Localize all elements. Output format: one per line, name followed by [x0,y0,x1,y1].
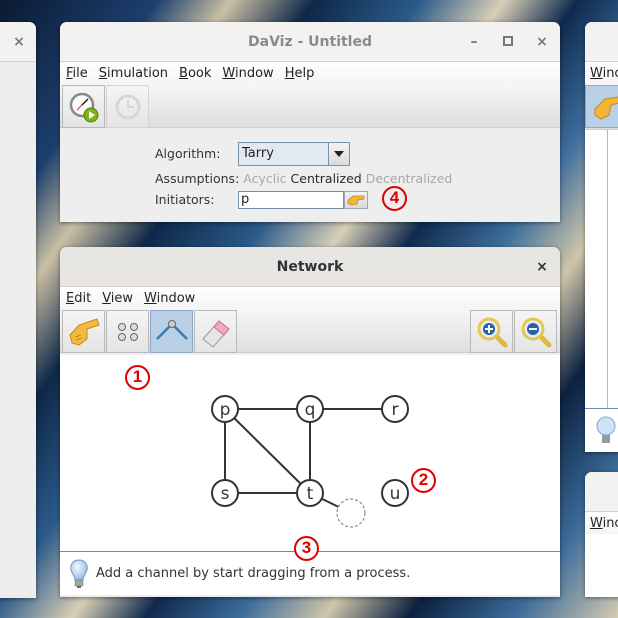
pointing-hand-icon [594,96,618,120]
right-window-menu-window[interactable]: Winc [590,66,618,81]
clock-play-icon [69,92,98,122]
channel-p-t[interactable] [224,408,311,494]
algorithm-select[interactable]: Tarry [238,142,350,166]
initiators-input[interactable]: p [238,191,344,209]
right-window-status [585,408,618,452]
right-partial-window: Winc [585,22,618,452]
zoom-out-button[interactable] [514,310,557,353]
minimize-button[interactable]: – [462,22,486,62]
right-partial-window-lower: Winc [585,472,618,597]
initiators-label: Initiators: [155,192,215,207]
right-lower-titlebar [585,472,618,512]
dropdown-arrow-icon[interactable] [329,143,349,165]
right-window-timeline [607,130,608,408]
close-button[interactable]: × [530,22,554,62]
menu-window[interactable]: Window [222,66,273,81]
menu-help[interactable]: Help [285,66,315,81]
assumptions-row: Assumptions: Acyclic Centralized Decentr… [155,171,452,186]
pointing-hand-icon [347,195,365,206]
assumption-acyclic: Acyclic [243,171,287,186]
annotation-4: 4 [382,186,407,211]
process-node-s[interactable]: s [211,479,239,507]
channel-icon [155,319,188,340]
network-menubar: Edit View Window [60,287,560,309]
menu-edit[interactable]: Edit [66,291,91,306]
process-label: s [221,484,230,504]
assumption-decentralized: Decentralized [365,171,453,186]
process-node-t[interactable]: t [296,479,324,507]
eraser-icon [201,319,230,348]
process-node-r[interactable]: r [381,395,409,423]
start-simulation-button[interactable] [62,85,105,128]
process-node-p[interactable]: p [211,395,239,423]
left-window-titlebar: × [0,22,36,62]
right-lower-menubar: Winc [585,512,618,534]
menu-simulation[interactable]: Simulation [99,66,168,81]
main-menubar: File Simulation Book Window Help [60,62,560,84]
right-window-titlebar [585,22,618,62]
maximize-button[interactable] [496,22,520,62]
menu-window[interactable]: Window [144,291,195,306]
right-window-menubar: Winc [585,62,618,84]
network-window-titlebar: Network × [60,247,560,287]
right-window-canvas [585,130,618,408]
algorithm-label: Algorithm: [155,146,221,161]
algorithm-value: Tarry [239,143,329,165]
lightbulb-icon [596,416,616,443]
annotation-3: 3 [294,536,319,561]
pick-initiator-button[interactable] [344,191,368,209]
network-toolbar [60,309,560,353]
select-tool-button[interactable] [62,310,105,353]
ghost-process [336,498,366,528]
zoom-in-icon [477,317,507,347]
assumptions-label: Assumptions: [155,171,240,186]
process-label: u [390,484,401,504]
right-window-select-tool[interactable] [585,85,618,128]
network-window-title: Network [276,259,344,275]
add-process-tool-button[interactable] [106,310,149,353]
right-window-toolbar [585,84,618,130]
eraser-tool-button[interactable] [194,310,237,353]
process-node-u[interactable]: u [381,479,409,507]
lightbulb-icon [70,558,88,588]
processes-icon [117,322,138,341]
left-window-close-button[interactable]: × [8,22,30,62]
clock-reset-icon [115,94,140,119]
annotation-2: 2 [411,468,436,493]
network-close-button[interactable]: × [530,247,554,287]
menu-file[interactable]: File [66,66,88,81]
reset-simulation-button[interactable] [106,85,149,128]
process-label: q [305,400,316,420]
process-label: p [220,400,231,420]
status-message: Add a channel by start dragging from a p… [96,566,411,581]
main-toolbar [60,84,560,128]
add-channel-tool-button[interactable] [150,310,193,353]
right-lower-body [585,534,618,597]
menu-book[interactable]: Book [179,66,211,81]
left-partial-window: × [0,22,36,598]
pointing-hand-icon [68,317,100,346]
zoom-out-icon [521,317,551,347]
annotation-1: 1 [125,365,150,390]
zoom-in-button[interactable] [470,310,513,353]
process-node-q[interactable]: q [296,395,324,423]
assumption-centralized: Centralized [290,171,362,186]
main-window-title: DaViz - Untitled [248,34,372,50]
menu-view[interactable]: View [102,291,133,306]
maximize-icon [503,36,513,46]
process-label: t [307,484,314,504]
right-lower-menu-window[interactable]: Winc [590,516,618,531]
process-label: r [392,400,399,420]
main-window-titlebar: DaViz - Untitled – × [60,22,560,62]
